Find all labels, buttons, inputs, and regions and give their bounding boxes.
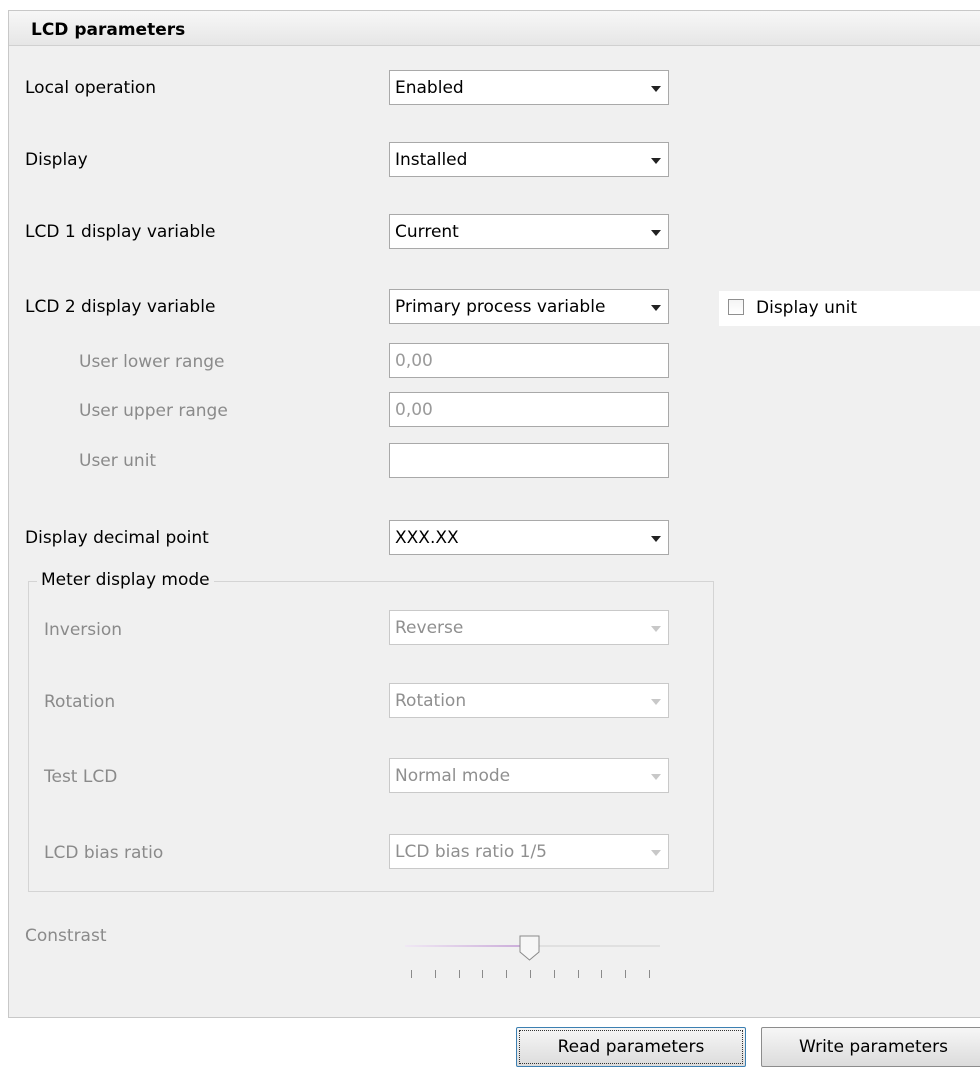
inversion-label: Inversion <box>44 620 123 640</box>
lcd1-display-variable-select[interactable]: Current <box>389 214 669 249</box>
test-lcd-label: Test LCD <box>44 767 118 787</box>
rotation-label: Rotation <box>44 692 116 712</box>
display-select[interactable]: Installed <box>389 142 669 177</box>
chevron-down-icon <box>651 536 661 542</box>
lcd1-display-variable-label: LCD 1 display variable <box>25 222 216 242</box>
test-lcd-value: Normal mode <box>395 766 511 786</box>
user-lower-range-value: 0,00 <box>395 351 433 371</box>
display-unit-checkbox[interactable] <box>728 299 744 315</box>
chevron-down-icon <box>651 850 661 856</box>
user-lower-range-input[interactable]: 0,00 <box>389 343 669 378</box>
panel-header: LCD parameters <box>9 11 980 46</box>
user-unit-input[interactable] <box>389 443 669 478</box>
chevron-down-icon <box>651 230 661 236</box>
contrast-slider-tick <box>577 970 579 978</box>
local-operation-label: Local operation <box>25 78 157 98</box>
lcd-bias-ratio-value: LCD bias ratio 1/5 <box>395 842 547 862</box>
lcd-bias-ratio-select[interactable]: LCD bias ratio 1/5 <box>389 834 669 869</box>
contrast-slider-tick <box>411 970 412 978</box>
chevron-down-icon <box>651 158 661 164</box>
lcd1-display-variable-value: Current <box>395 222 459 242</box>
lcd2-display-variable-value: Primary process variable <box>395 297 606 317</box>
display-label: Display <box>25 150 88 170</box>
contrast-label: Constrast <box>25 926 107 946</box>
contrast-slider-tick <box>482 970 484 978</box>
contrast-slider-tick <box>458 970 460 978</box>
display-value: Installed <box>395 150 468 170</box>
user-unit-label: User unit <box>79 451 157 471</box>
rotation-select[interactable]: Rotation <box>389 683 669 718</box>
lcd2-display-variable-select[interactable]: Primary process variable <box>389 289 669 324</box>
contrast-slider-fill <box>405 945 530 947</box>
test-lcd-select[interactable]: Normal mode <box>389 758 669 793</box>
local-operation-value: Enabled <box>395 78 464 98</box>
read-parameters-button[interactable]: Read parameters <box>516 1027 746 1067</box>
display-decimal-point-value: XXX.XX <box>395 528 459 548</box>
contrast-slider-tick <box>553 970 555 978</box>
contrast-slider-tick <box>434 970 436 978</box>
user-upper-range-label: User upper range <box>79 401 228 421</box>
lcd2-display-variable-label: LCD 2 display variable <box>25 297 216 317</box>
panel-title: LCD parameters <box>31 20 186 40</box>
user-lower-range-label: User lower range <box>79 352 225 372</box>
display-unit-label: Display unit <box>756 298 858 318</box>
user-upper-range-value: 0,00 <box>395 400 433 420</box>
meter-display-mode-title: Meter display mode <box>37 570 214 590</box>
chevron-down-icon <box>651 305 661 311</box>
chevron-down-icon <box>651 626 661 632</box>
contrast-slider-thumb[interactable] <box>519 935 541 961</box>
display-unit-option[interactable]: Display unit <box>719 291 980 326</box>
rotation-value: Rotation <box>395 691 467 711</box>
inversion-select[interactable]: Reverse <box>389 610 669 645</box>
contrast-slider-tick <box>530 970 531 978</box>
contrast-slider-tick <box>601 970 603 978</box>
contrast-slider-tick <box>649 970 650 978</box>
user-upper-range-input[interactable]: 0,00 <box>389 392 669 427</box>
display-decimal-point-select[interactable]: XXX.XX <box>389 520 669 555</box>
write-parameters-button[interactable]: Write parameters <box>761 1027 980 1067</box>
contrast-slider-tick <box>506 970 508 978</box>
lcd-bias-ratio-label: LCD bias ratio <box>44 843 164 863</box>
contrast-slider-tick <box>625 970 627 978</box>
local-operation-select[interactable]: Enabled <box>389 70 669 105</box>
display-decimal-point-label: Display decimal point <box>25 528 209 548</box>
chevron-down-icon <box>651 774 661 780</box>
chevron-down-icon <box>651 699 661 705</box>
inversion-value: Reverse <box>395 618 464 638</box>
chevron-down-icon <box>651 86 661 92</box>
